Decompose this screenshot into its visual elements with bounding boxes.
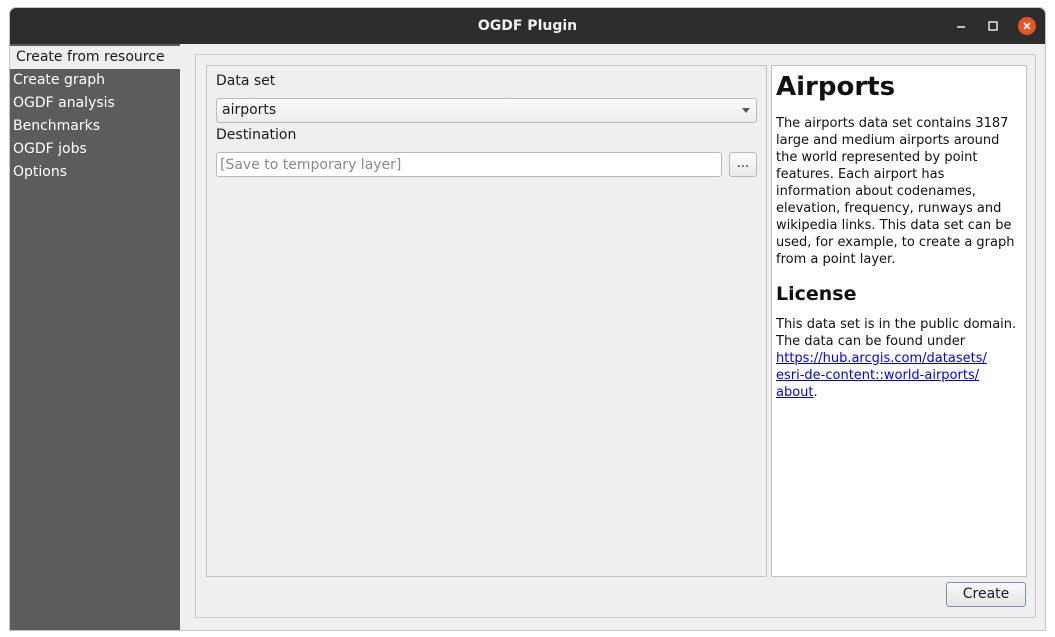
sidebar-item-create-graph[interactable]: Create graph [10,69,180,92]
create-button[interactable]: Create [946,582,1026,607]
license-link-part-2[interactable]: esri-de-content::world-airports/ [776,368,979,383]
destination-label: Destination [216,127,297,143]
ogdf-plugin-window: OGDF Plugin Create from resource Create … [10,8,1045,630]
destination-input[interactable] [216,152,722,177]
description-title: Airports [776,72,896,102]
sidebar-item-ogdf-jobs[interactable]: OGDF jobs [10,138,180,161]
license-heading: License [776,283,857,305]
main-content: Data set airports Destination ... Airpor… [195,54,1036,618]
form-panel: Data set airports Destination ... [206,65,767,577]
window-title: OGDF Plugin [477,18,578,34]
sidebar-item-benchmarks[interactable]: Benchmarks [10,115,180,138]
license-link-part-1[interactable]: https://hub.arcgis.com/datasets/ [776,351,987,366]
maximize-icon[interactable] [984,17,1002,35]
chevron-down-icon [742,108,750,113]
minimize-icon[interactable] [952,17,970,35]
sidebar-item-ogdf-analysis[interactable]: OGDF analysis [10,92,180,115]
sidebar-item-create-from-resource[interactable]: Create from resource [10,46,180,69]
browse-button[interactable]: ... [729,152,757,177]
title-bar[interactable]: OGDF Plugin [10,8,1045,44]
description-panel: Airports The airports data set contains … [771,65,1027,577]
dataset-label: Data set [216,73,276,89]
dataset-select[interactable]: airports [216,98,757,123]
license-link-part-3[interactable]: about [776,385,814,400]
license-text: This data set is in the public domain. T… [776,317,1017,349]
description-body: The airports data set contains 3187 larg… [776,116,1015,267]
sidebar-item-options[interactable]: Options [10,161,180,184]
license-period: . [813,385,818,400]
sidebar: Create from resource Create graph OGDF a… [10,44,180,630]
dataset-value: airports [222,102,277,118]
license-text-block: This data set is in the public domain. T… [776,316,1022,401]
close-icon[interactable] [1018,17,1036,35]
